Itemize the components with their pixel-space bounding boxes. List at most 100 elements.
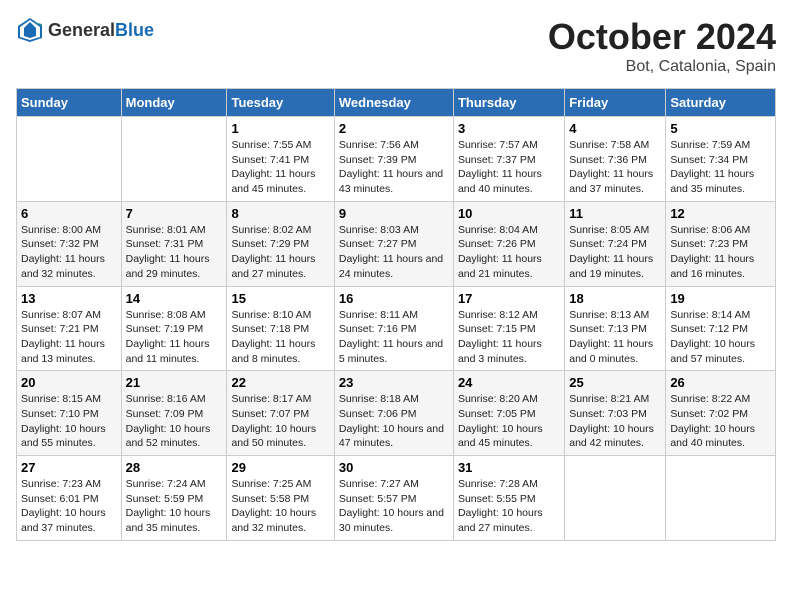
day-of-week-header: Sunday (17, 89, 122, 117)
day-number: 5 (670, 121, 771, 136)
day-info: Sunrise: 8:10 AM Sunset: 7:18 PM Dayligh… (231, 308, 329, 367)
day-number: 30 (339, 460, 449, 475)
calendar-cell: 5 Sunrise: 7:59 AM Sunset: 7:34 PM Daylig… (666, 117, 776, 202)
calendar-cell: 9 Sunrise: 8:03 AM Sunset: 7:27 PM Daylig… (334, 201, 453, 286)
day-number: 31 (458, 460, 560, 475)
calendar-cell: 11 Sunrise: 8:05 AM Sunset: 7:24 PM Dayli… (565, 201, 666, 286)
day-number: 20 (21, 375, 117, 390)
day-number: 11 (569, 206, 661, 221)
day-info: Sunrise: 8:22 AM Sunset: 7:02 PM Dayligh… (670, 392, 771, 451)
calendar-cell: 6 Sunrise: 8:00 AM Sunset: 7:32 PM Daylig… (17, 201, 122, 286)
day-number: 18 (569, 291, 661, 306)
calendar-cell: 1 Sunrise: 7:55 AM Sunset: 7:41 PM Daylig… (227, 117, 334, 202)
day-number: 21 (126, 375, 223, 390)
day-of-week-header: Thursday (453, 89, 564, 117)
day-info: Sunrise: 7:59 AM Sunset: 7:34 PM Dayligh… (670, 138, 771, 197)
day-info: Sunrise: 7:58 AM Sunset: 7:36 PM Dayligh… (569, 138, 661, 197)
day-of-week-header: Wednesday (334, 89, 453, 117)
day-number: 3 (458, 121, 560, 136)
day-info: Sunrise: 8:15 AM Sunset: 7:10 PM Dayligh… (21, 392, 117, 451)
day-info: Sunrise: 8:00 AM Sunset: 7:32 PM Dayligh… (21, 223, 117, 282)
calendar-cell: 22Sunrise: 8:17 AM Sunset: 7:07 PM Dayli… (227, 371, 334, 456)
page-header: GeneralBlue October 2024 Bot, Catalonia,… (16, 16, 776, 76)
day-number: 28 (126, 460, 223, 475)
logo-text: GeneralBlue (48, 20, 154, 41)
calendar-cell: 12 Sunrise: 8:06 AM Sunset: 7:23 PM Dayli… (666, 201, 776, 286)
calendar-cell: 25Sunrise: 8:21 AM Sunset: 7:03 PM Dayli… (565, 371, 666, 456)
calendar-cell: 3Sunrise: 7:57 AM Sunset: 7:37 PM Daylig… (453, 117, 564, 202)
day-info: Sunrise: 8:08 AM Sunset: 7:19 PM Dayligh… (126, 308, 223, 367)
calendar-cell: 28Sunrise: 7:24 AM Sunset: 5:59 PM Dayli… (121, 456, 227, 541)
day-of-week-header: Tuesday (227, 89, 334, 117)
calendar-cell: 21 Sunrise: 8:16 AM Sunset: 7:09 PM Dayli… (121, 371, 227, 456)
calendar-cell: 26 Sunrise: 8:22 AM Sunset: 7:02 PM Dayli… (666, 371, 776, 456)
day-info: Sunrise: 8:07 AM Sunset: 7:21 PM Dayligh… (21, 308, 117, 367)
day-number: 14 (126, 291, 223, 306)
day-info: Sunrise: 8:05 AM Sunset: 7:24 PM Dayligh… (569, 223, 661, 282)
day-of-week-header: Saturday (666, 89, 776, 117)
calendar-cell: 17 Sunrise: 8:12 AM Sunset: 7:15 PM Dayli… (453, 286, 564, 371)
day-info: Sunrise: 8:03 AM Sunset: 7:27 PM Dayligh… (339, 223, 449, 282)
day-info: Sunrise: 8:16 AM Sunset: 7:09 PM Dayligh… (126, 392, 223, 451)
logo: GeneralBlue (16, 16, 154, 44)
day-number: 4 (569, 121, 661, 136)
day-number: 1 (231, 121, 329, 136)
calendar-cell: 27 Sunrise: 7:23 AM Sunset: 6:01 PM Dayli… (17, 456, 122, 541)
day-info: Sunrise: 7:27 AM Sunset: 5:57 PM Dayligh… (339, 477, 449, 536)
day-number: 19 (670, 291, 771, 306)
calendar-cell (17, 117, 122, 202)
day-number: 22 (231, 375, 329, 390)
calendar-cell: 10 Sunrise: 8:04 AM Sunset: 7:26 PM Dayli… (453, 201, 564, 286)
calendar-week-row: 1 Sunrise: 7:55 AM Sunset: 7:41 PM Daylig… (17, 117, 776, 202)
day-number: 25 (569, 375, 661, 390)
calendar-cell: 31Sunrise: 7:28 AM Sunset: 5:55 PM Dayli… (453, 456, 564, 541)
calendar-cell: 14 Sunrise: 8:08 AM Sunset: 7:19 PM Dayli… (121, 286, 227, 371)
calendar-cell: 13 Sunrise: 8:07 AM Sunset: 7:21 PM Dayli… (17, 286, 122, 371)
day-number: 29 (231, 460, 329, 475)
calendar-header-row: SundayMondayTuesdayWednesdayThursdayFrid… (17, 89, 776, 117)
day-number: 10 (458, 206, 560, 221)
day-number: 15 (231, 291, 329, 306)
calendar-cell: 18 Sunrise: 8:13 AM Sunset: 7:13 PM Dayli… (565, 286, 666, 371)
day-number: 26 (670, 375, 771, 390)
calendar-cell: 23Sunrise: 8:18 AM Sunset: 7:06 PM Dayli… (334, 371, 453, 456)
day-number: 24 (458, 375, 560, 390)
day-info: Sunrise: 8:02 AM Sunset: 7:29 PM Dayligh… (231, 223, 329, 282)
calendar-cell (666, 456, 776, 541)
calendar-cell: 15 Sunrise: 8:10 AM Sunset: 7:18 PM Dayli… (227, 286, 334, 371)
logo-blue: Blue (115, 20, 154, 40)
day-number: 9 (339, 206, 449, 221)
day-number: 13 (21, 291, 117, 306)
day-number: 16 (339, 291, 449, 306)
day-info: Sunrise: 7:56 AM Sunset: 7:39 PM Dayligh… (339, 138, 449, 197)
calendar-week-row: 20 Sunrise: 8:15 AM Sunset: 7:10 PM Dayli… (17, 371, 776, 456)
day-number: 12 (670, 206, 771, 221)
calendar-cell: 19 Sunrise: 8:14 AM Sunset: 7:12 PM Dayli… (666, 286, 776, 371)
calendar-title: October 2024 (548, 16, 776, 58)
calendar-cell: 16 Sunrise: 8:11 AM Sunset: 7:16 PM Dayli… (334, 286, 453, 371)
day-info: Sunrise: 8:14 AM Sunset: 7:12 PM Dayligh… (670, 308, 771, 367)
day-number: 7 (126, 206, 223, 221)
day-info: Sunrise: 7:55 AM Sunset: 7:41 PM Dayligh… (231, 138, 329, 197)
calendar-cell: 29Sunrise: 7:25 AM Sunset: 5:58 PM Dayli… (227, 456, 334, 541)
day-number: 27 (21, 460, 117, 475)
day-of-week-header: Friday (565, 89, 666, 117)
calendar-cell: 30 Sunrise: 7:27 AM Sunset: 5:57 PM Dayli… (334, 456, 453, 541)
calendar-cell: 4 Sunrise: 7:58 AM Sunset: 7:36 PM Daylig… (565, 117, 666, 202)
calendar-cell (121, 117, 227, 202)
logo-general: General (48, 20, 115, 40)
day-info: Sunrise: 8:04 AM Sunset: 7:26 PM Dayligh… (458, 223, 560, 282)
day-number: 8 (231, 206, 329, 221)
day-number: 17 (458, 291, 560, 306)
day-info: Sunrise: 8:06 AM Sunset: 7:23 PM Dayligh… (670, 223, 771, 282)
day-of-week-header: Monday (121, 89, 227, 117)
title-block: October 2024 Bot, Catalonia, Spain (548, 16, 776, 76)
day-info: Sunrise: 7:23 AM Sunset: 6:01 PM Dayligh… (21, 477, 117, 536)
day-info: Sunrise: 8:01 AM Sunset: 7:31 PM Dayligh… (126, 223, 223, 282)
day-info: Sunrise: 8:13 AM Sunset: 7:13 PM Dayligh… (569, 308, 661, 367)
day-info: Sunrise: 8:11 AM Sunset: 7:16 PM Dayligh… (339, 308, 449, 367)
day-info: Sunrise: 8:12 AM Sunset: 7:15 PM Dayligh… (458, 308, 560, 367)
day-number: 6 (21, 206, 117, 221)
calendar-location: Bot, Catalonia, Spain (548, 58, 776, 76)
day-number: 23 (339, 375, 449, 390)
